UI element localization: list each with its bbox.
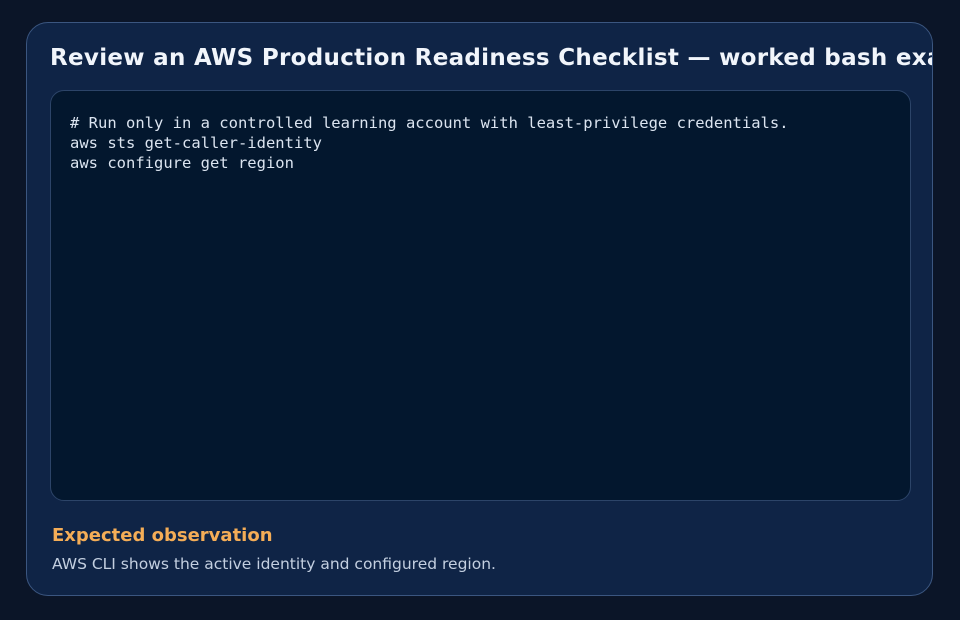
code-line-command: aws sts get-caller-identity	[70, 134, 322, 152]
observation-text: AWS CLI shows the active identity and co…	[52, 555, 496, 573]
example-card: Review an AWS Production Readiness Check…	[26, 22, 933, 596]
code-line-command: aws configure get region	[70, 154, 294, 172]
observation-heading: Expected observation	[52, 525, 273, 546]
code-block[interactable]: # Run only in a controlled learning acco…	[50, 90, 911, 501]
card-title: Review an AWS Production Readiness Check…	[50, 45, 933, 71]
code-line-comment: # Run only in a controlled learning acco…	[70, 114, 789, 132]
